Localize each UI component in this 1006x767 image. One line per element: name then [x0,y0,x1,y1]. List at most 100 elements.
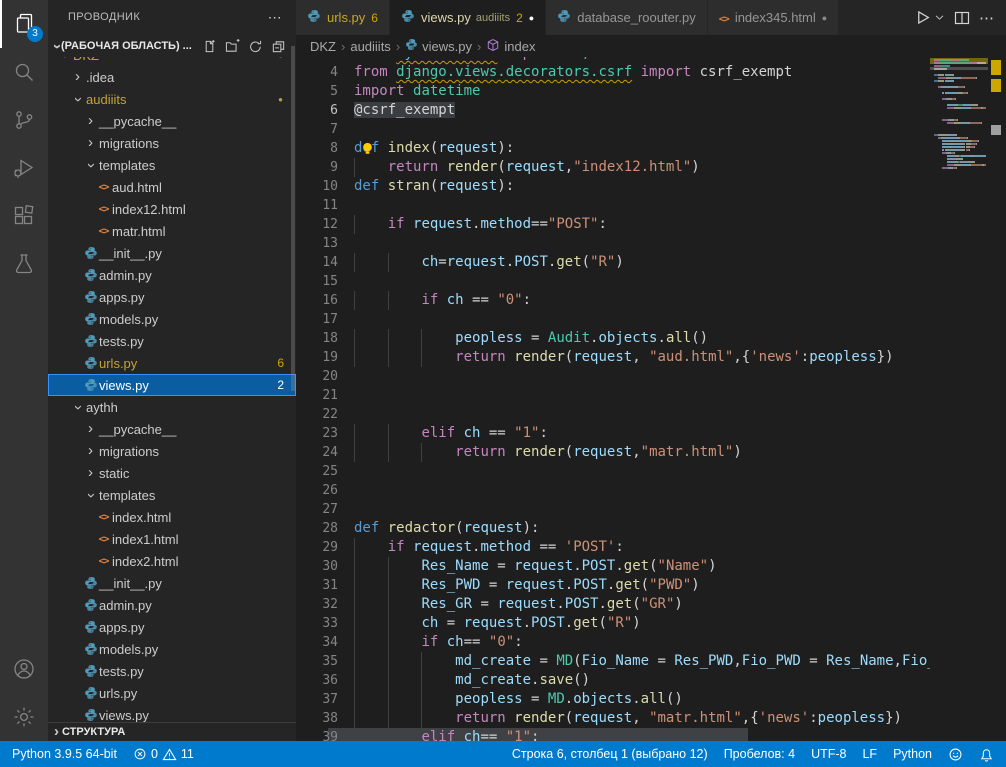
code-line[interactable]: 7 [296,120,1006,139]
code-line[interactable]: 17 [296,310,1006,329]
code-line[interactable]: 32 Res_GR = request.POST.get("GR") [296,595,1006,614]
explorer-more-actions-icon[interactable]: ⋯ [268,0,282,35]
tab-index345.html[interactable]: <>index345.html● [708,0,839,35]
tree-item-migrations[interactable]: ›migrations [48,132,296,154]
tree-item-templates[interactable]: ›templates [48,154,296,176]
tree-item-.idea[interactable]: ›.idea [48,66,296,88]
code-line[interactable]: 22 [296,405,1006,424]
code-line[interactable]: 34 if ch== "0": [296,633,1006,652]
collapse-all-icon[interactable] [271,39,286,54]
code-line[interactable]: 11 [296,196,1006,215]
code-line[interactable]: 5import datetime [296,82,1006,101]
eol-status[interactable]: LF [854,747,885,761]
code-line[interactable]: 8def index(request): [296,139,1006,158]
code-line[interactable]: 29 if request.method == 'POST': [296,538,1006,557]
minimap[interactable] [930,57,988,741]
breadcrumb-item-views.py[interactable]: views.py [405,38,472,54]
new-folder-icon[interactable] [225,39,240,54]
explorer-icon[interactable]: 3 [0,0,48,48]
language-mode-status[interactable]: Python [885,747,940,761]
extensions-icon[interactable] [0,192,48,240]
tree-item-matr.html[interactable]: <>matr.html [48,220,296,242]
source-control-icon[interactable] [0,96,48,144]
tree-item-aythh[interactable]: ›aythh [48,396,296,418]
testing-icon[interactable] [0,240,48,288]
tree-item-audiiits[interactable]: ›audiiits● [48,88,296,110]
breadcrumb-item-audiiits[interactable]: audiiits [350,39,390,54]
tree-item-admin.py[interactable]: admin.py [48,264,296,286]
code-line[interactable]: 33 ch = request.POST.get("R") [296,614,1006,633]
tree-item-__init__.py[interactable]: __init__.py [48,572,296,594]
new-file-icon[interactable] [202,39,217,54]
code-line[interactable]: 16 if ch == "0": [296,291,1006,310]
code-line[interactable]: 14 ch=request.POST.get("R") [296,253,1006,272]
code-line[interactable]: 36 md_create.save() [296,671,1006,690]
tree-item-index2.html[interactable]: <>index2.html [48,550,296,572]
code-line[interactable]: 39 elif ch== "1": [296,728,1006,741]
sidebar-scrollbar[interactable] [291,46,295,391]
tree-item-urls.py[interactable]: urls.py [48,682,296,704]
overview-ruler[interactable] [988,35,1006,741]
tab-modified-dot-icon[interactable]: ● [529,13,534,23]
breadcrumb-item-DKZ[interactable]: DKZ [310,39,336,54]
cursor-position-status[interactable]: Строка 6, столбец 1 (выбрано 12) [504,747,716,761]
feedback-icon[interactable] [940,747,971,762]
search-icon[interactable] [0,48,48,96]
tab-urls.py[interactable]: urls.py6 [296,0,390,35]
run-and-debug-icon[interactable] [0,144,48,192]
code-line[interactable]: 27 [296,500,1006,519]
code-line[interactable]: 10def stran(request): [296,177,1006,196]
tree-item-index1.html[interactable]: <>index1.html [48,528,296,550]
tree-item-apps.py[interactable]: apps.py [48,286,296,308]
tree-item-urls.py[interactable]: urls.py6 [48,352,296,374]
code-line[interactable]: 26 [296,481,1006,500]
refresh-icon[interactable] [248,39,263,54]
python-interpreter-status[interactable]: Python 3.9.5 64-bit [4,747,125,761]
tree-item-aud.html[interactable]: <>aud.html [48,176,296,198]
tree-item-migrations[interactable]: ›migrations [48,440,296,462]
settings-gear-icon[interactable] [0,693,48,741]
tree-item-apps.py[interactable]: apps.py [48,616,296,638]
encoding-status[interactable]: UTF-8 [803,747,854,761]
tree-item-views.py[interactable]: views.py2 [48,374,296,396]
code-line[interactable]: 15 [296,272,1006,291]
code-line[interactable]: 12 if request.method=="POST": [296,215,1006,234]
tree-item-models.py[interactable]: models.py [48,638,296,660]
tab-modified-dot-icon[interactable]: ● [822,13,827,23]
code-line[interactable]: 6@csrf_exempt [296,101,1006,120]
code-line[interactable]: 30 Res_Name = request.POST.get("Name") [296,557,1006,576]
code-line[interactable]: 19 return render(request, "aud.html",{'n… [296,348,1006,367]
code-line[interactable]: 18 peopless = Audit.objects.all() [296,329,1006,348]
tab-database_roouter.py[interactable]: database_roouter.py [546,0,708,35]
tree-item-__pycache__[interactable]: ›__pycache__ [48,110,296,132]
account-icon[interactable] [0,645,48,693]
run-python-file-icon[interactable] [914,9,931,26]
code-line[interactable]: 23 elif ch == "1": [296,424,1006,443]
code-line[interactable]: 24 return render(request,"matr.html") [296,443,1006,462]
code-line[interactable]: 4from django.views.decorators.csrf impor… [296,63,1006,82]
code-line[interactable]: 21 [296,386,1006,405]
tree-item-templates[interactable]: ›templates [48,484,296,506]
code-line[interactable]: 13 [296,234,1006,253]
code-line[interactable]: 25 [296,462,1006,481]
problems-status[interactable]: 0 11 [125,747,202,762]
code-line[interactable]: 9 return render(request,"index12.html") [296,158,1006,177]
code-line[interactable]: 35 md_create = MD(Fio_Name = Res_PWD,Fio… [296,652,1006,671]
tree-item-static[interactable]: ›static [48,462,296,484]
code-line[interactable]: 37 peopless = MD.objects.all() [296,690,1006,709]
code-line[interactable]: 28def redactor(request): [296,519,1006,538]
run-dropdown-chevron-icon[interactable] [934,12,945,23]
editor-more-actions-icon[interactable]: ⋯ [979,9,994,27]
tree-item-admin.py[interactable]: admin.py [48,594,296,616]
workspace-section-header[interactable]: › (РАБОЧАЯ ОБЛАСТЬ) ... [48,35,296,57]
code-line[interactable]: 20 [296,367,1006,386]
code-line[interactable]: 38 return render(request, "matr.html",{'… [296,709,1006,728]
tree-item-__init__.py[interactable]: __init__.py [48,242,296,264]
tree-item-DKZ[interactable]: ›DKZ● [48,57,296,66]
tree-item-index.html[interactable]: <>index.html [48,506,296,528]
tree-item-__pycache__[interactable]: ›__pycache__ [48,418,296,440]
tree-item-index12.html[interactable]: <>index12.html [48,198,296,220]
outline-section-header[interactable]: › СТРУКТУРА [48,722,296,741]
tab-views.py[interactable]: views.pyaudiiits2● [390,0,546,35]
code-line[interactable]: 31 Res_PWD = request.POST.get("PWD") [296,576,1006,595]
